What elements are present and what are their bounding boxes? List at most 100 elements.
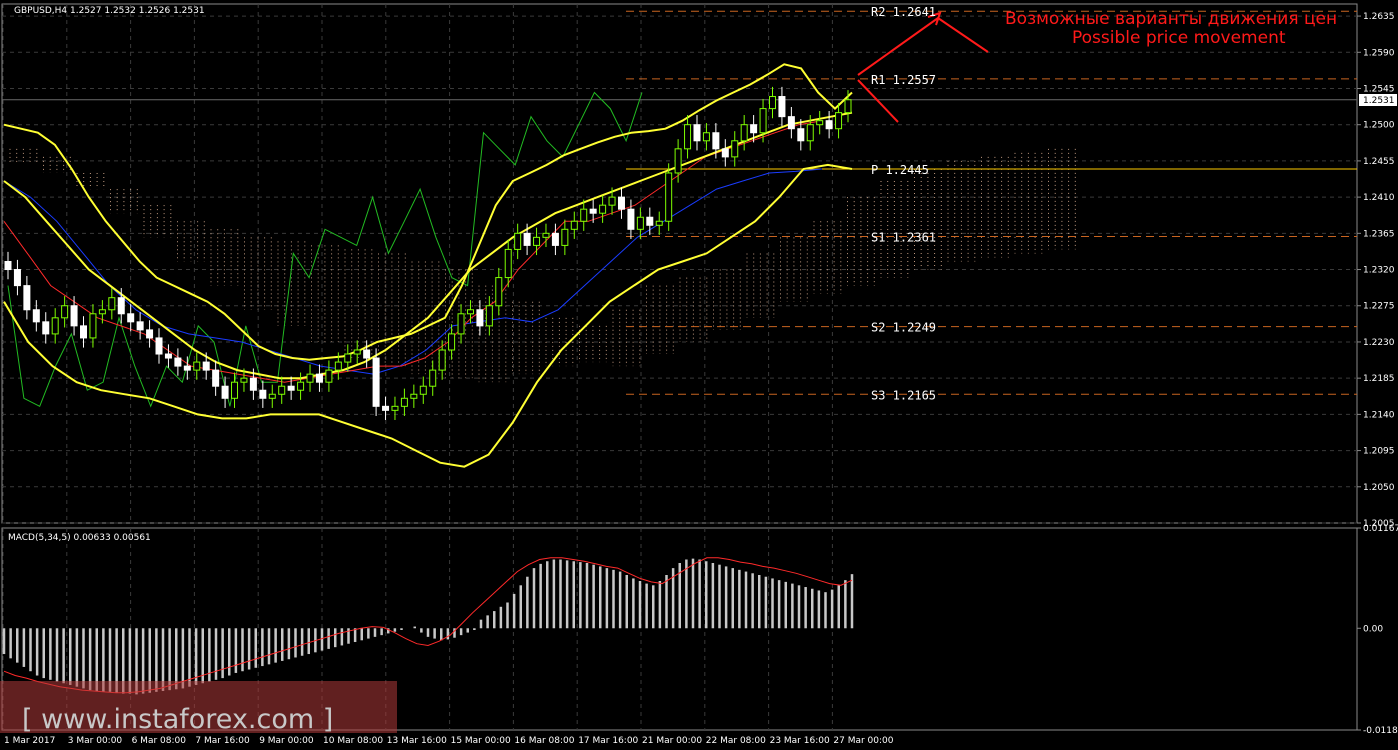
candle-body bbox=[4, 260, 12, 271]
y-tick-label: 1.2365 bbox=[1363, 229, 1395, 239]
candle-body bbox=[98, 309, 106, 315]
macd-header: MACD(5,34,5) 0.00633 0.00561 bbox=[8, 533, 151, 543]
y-tick-label: 1.2275 bbox=[1363, 302, 1395, 312]
y-tick-label: 1.2050 bbox=[1363, 483, 1395, 493]
candle-body bbox=[589, 208, 597, 214]
y-tick-label: 1.2635 bbox=[1363, 12, 1395, 22]
candle-body bbox=[655, 220, 663, 226]
candle-body bbox=[42, 321, 50, 335]
x-tick-label: 15 Mar 00:00 bbox=[451, 736, 511, 746]
candle-body bbox=[212, 369, 220, 387]
pivot-label-r2: R2 1.2641 bbox=[871, 5, 936, 19]
candle-body bbox=[627, 208, 635, 230]
candle-body bbox=[551, 232, 559, 246]
candle-body bbox=[570, 220, 578, 230]
candle-body bbox=[306, 373, 314, 383]
candle-body bbox=[617, 196, 625, 210]
candle-body bbox=[835, 112, 843, 130]
candle-body bbox=[495, 277, 503, 307]
candle-body bbox=[164, 353, 172, 359]
candle-body bbox=[740, 124, 748, 142]
candle-body bbox=[693, 124, 701, 142]
candle-body bbox=[410, 393, 418, 399]
candle-body bbox=[127, 313, 135, 323]
candle-body bbox=[533, 236, 541, 246]
candle-body bbox=[344, 353, 352, 363]
y-tick-label: 1.2185 bbox=[1363, 374, 1395, 384]
candle-body bbox=[429, 369, 437, 387]
pivot-label-s2: S2 1.2249 bbox=[871, 321, 936, 335]
forecast-arrows bbox=[857, 11, 989, 123]
y-tick-label: 1.2455 bbox=[1363, 157, 1395, 167]
macd-signal-line bbox=[3, 557, 853, 694]
x-tick-label: 9 Mar 00:00 bbox=[259, 736, 314, 746]
candle-body bbox=[193, 361, 201, 371]
x-tick-label: 10 Mar 08:00 bbox=[323, 736, 383, 746]
y-tick-label: 1.2545 bbox=[1363, 84, 1395, 94]
candle-body bbox=[23, 285, 31, 311]
candle-body bbox=[646, 216, 654, 226]
pivot-label-s3: S3 1.2165 bbox=[871, 388, 936, 402]
candle-body bbox=[155, 337, 163, 355]
candle-body bbox=[768, 96, 776, 110]
chart-canvas: 1.2635 1.2590 1.2545 1.2500 1.2455 1.2410 1.23… bbox=[0, 3, 1398, 746]
ichimoku-cloud bbox=[9, 148, 1076, 383]
candle-body bbox=[844, 99, 852, 114]
candle-body bbox=[636, 216, 644, 230]
candle-body bbox=[816, 120, 824, 126]
candle-body bbox=[202, 361, 210, 371]
candle-body bbox=[325, 369, 333, 383]
candle-body bbox=[476, 309, 484, 327]
x-tick-label: 1 Mar 2017 bbox=[4, 736, 55, 746]
candle-body bbox=[485, 305, 493, 327]
candle-body bbox=[315, 373, 323, 383]
candle-body bbox=[400, 397, 408, 407]
candle-body bbox=[278, 385, 286, 395]
x-tick-label: 16 Mar 08:00 bbox=[514, 736, 574, 746]
candle-body bbox=[382, 405, 390, 411]
candle-body bbox=[61, 305, 69, 319]
candle-body bbox=[419, 385, 427, 395]
candle-body bbox=[363, 349, 371, 359]
watermark: [ www.instaforex.com ] bbox=[22, 704, 333, 735]
candle-body bbox=[146, 329, 154, 339]
y-tick-label: 1.2095 bbox=[1363, 447, 1395, 457]
candle-body bbox=[80, 325, 88, 339]
candle-body bbox=[51, 317, 59, 335]
macd-y-tick-label: 0.01167 bbox=[1363, 524, 1398, 534]
candle-body bbox=[240, 377, 248, 383]
candle-body bbox=[249, 377, 257, 391]
candle-body bbox=[712, 132, 720, 150]
macd-panel bbox=[2, 557, 854, 695]
x-tick-label: 13 Mar 16:00 bbox=[387, 736, 447, 746]
candle-body bbox=[561, 228, 569, 246]
macd-y-tick-label: 0.00 bbox=[1363, 624, 1383, 634]
y-tick-label: 1.2140 bbox=[1363, 410, 1395, 420]
candle-body bbox=[287, 385, 295, 391]
pivot-labels: R2 1.2641 R1 1.2557 P 1.2445 S1 1.2361 S2 1.… bbox=[871, 5, 936, 402]
candle-body bbox=[806, 124, 814, 142]
x-tick-label: 23 Mar 16:00 bbox=[770, 736, 830, 746]
candle-body bbox=[136, 321, 144, 331]
candle-body bbox=[457, 313, 465, 335]
x-tick-label: 17 Mar 16:00 bbox=[578, 736, 638, 746]
candle-body bbox=[504, 248, 512, 279]
y-tick-label: 1.2500 bbox=[1363, 121, 1395, 131]
annotation-en: Possible price movement bbox=[1072, 28, 1286, 48]
candle-body bbox=[825, 120, 833, 130]
kijun-line bbox=[3, 168, 823, 375]
candle-body bbox=[599, 204, 607, 214]
candle-body bbox=[702, 132, 710, 142]
candle-body bbox=[32, 309, 40, 323]
candle-body bbox=[778, 96, 786, 118]
x-tick-label: 7 Mar 16:00 bbox=[195, 736, 250, 746]
candle-body bbox=[183, 365, 191, 371]
candle-body bbox=[580, 208, 588, 222]
candle-body bbox=[684, 124, 692, 150]
time-axis: 1 Mar 2017 3 Mar 00:00 6 Mar 08:00 7 Mar 16… bbox=[4, 736, 894, 746]
candle-body bbox=[759, 108, 767, 134]
candle-body bbox=[721, 148, 729, 158]
annotation-ru: Возможные варианты движения цен bbox=[1005, 9, 1337, 29]
candle-body bbox=[448, 333, 456, 351]
candle-body bbox=[108, 297, 116, 311]
